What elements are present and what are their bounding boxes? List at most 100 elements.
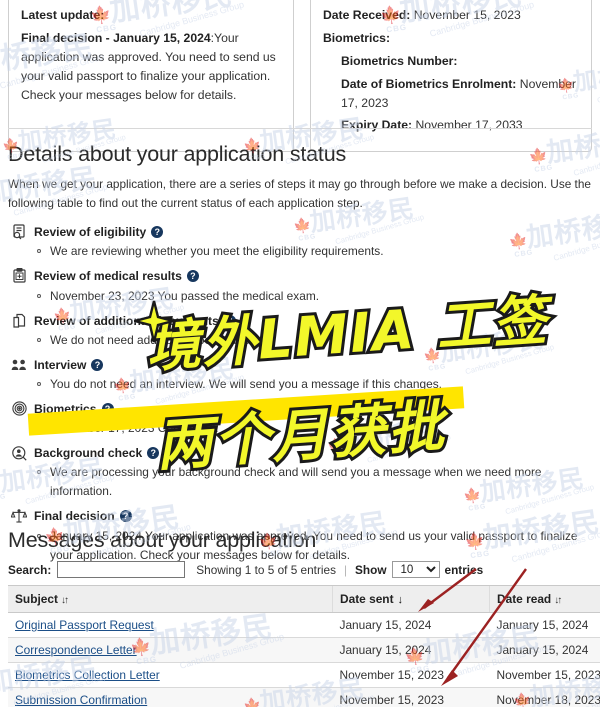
scales-icon — [10, 508, 28, 524]
column-label-subject: Subject — [15, 592, 58, 606]
medical-clipboard-icon — [10, 268, 28, 284]
status-step-header: Final decision? — [34, 507, 592, 525]
status-step-header: Review of additional documents? — [34, 312, 592, 330]
expiry-label: Expiry Date: — [340, 118, 413, 133]
summary-cards: information from you. Latest update: Fin… — [0, 0, 600, 153]
cell-date-read: November 18, 2023 — [489, 687, 600, 707]
cell-subject: Submission Confirmation — [8, 687, 333, 707]
column-header-subject[interactable]: Subject ↓↑ — [8, 585, 333, 613]
details-section: Details about your application status Wh… — [8, 142, 592, 571]
cell-date-sent: November 15, 2023 — [332, 687, 490, 707]
help-icon[interactable]: ? — [119, 510, 132, 523]
status-step-body: November 23, 2023 You passed the medical… — [34, 287, 592, 306]
cell-subject: Original Passport Request — [8, 612, 333, 638]
application-number-row: Application number: W — [323, 0, 579, 2]
status-step-header: Review of medical results? — [34, 267, 592, 285]
expiry-value: November 17, 2033 — [415, 118, 523, 133]
page-root: information from you. Latest update: Fin… — [0, 0, 600, 707]
date-received-row: Date Received: November 15, 2023 — [323, 6, 579, 25]
status-step-header: Biometrics? — [34, 400, 592, 418]
status-step-title: Review of additional documents — [34, 313, 219, 328]
search-input[interactable] — [57, 561, 186, 578]
cell-subject: Biometrics Collection Letter — [8, 662, 333, 688]
cell-date-sent: November 15, 2023 — [332, 662, 490, 688]
sort-icon-subject: ↓↑ — [60, 595, 69, 606]
people-interview-icon — [10, 357, 28, 373]
status-step: Review of eligibility? We are reviewing w… — [8, 223, 592, 261]
controls-divider: | — [343, 562, 348, 577]
help-icon[interactable]: ? — [101, 403, 114, 416]
final-decision-label: Final decision - January 15, 2024 — [21, 30, 211, 45]
enrolment-row: Date of Biometrics Enrolment: November 1… — [323, 75, 579, 113]
status-step-header: Background check? — [34, 444, 592, 462]
intro-tail: information from you. — [21, 0, 281, 2]
section-divider — [8, 128, 592, 129]
messages-section: Messages about your application Search: … — [8, 528, 600, 707]
expiry-row: Expiry Date: November 17, 2033 — [323, 116, 579, 135]
biometrics-label: Biometrics: — [322, 30, 391, 45]
final-decision-paragraph: Final decision - January 15, 2024:Your a… — [21, 29, 281, 105]
sort-icon-date-read: ↓↑ — [554, 595, 562, 606]
messages-table: Subject ↓↑ Date sent ↓ Date read ↓↑ Origina… — [8, 585, 600, 707]
details-heading: Details about your application status — [8, 142, 346, 166]
message-subject-link[interactable]: Submission Confirmation — [15, 693, 147, 707]
status-step-title: Biometrics — [34, 401, 97, 416]
column-label-date-sent: Date sent — [340, 592, 394, 606]
messages-controls: Search: Showing 1 to 5 of 5 entries | Sh… — [8, 561, 592, 578]
status-step: Background check? We are processing your … — [8, 444, 592, 501]
help-icon[interactable]: ? — [186, 270, 199, 283]
status-step-header: Interview? — [34, 356, 592, 374]
help-icon[interactable]: ? — [223, 314, 236, 327]
cell-date-read: January 15, 2024 — [489, 637, 600, 663]
biometrics-number-label: Biometrics Number: — [340, 53, 458, 68]
status-step-title: Review of eligibility — [34, 225, 147, 240]
status-step-body: We are reviewing whether you meet the el… — [34, 242, 592, 261]
person-magnify-icon — [10, 445, 28, 461]
page-size-select[interactable]: 102550100 — [391, 561, 440, 578]
table-row: Original Passport Request January 15, 202… — [8, 612, 600, 638]
date-received-label: Date Received: — [322, 7, 411, 22]
help-icon[interactable]: ? — [151, 226, 164, 239]
status-step-body: November 17, 2023 Completed. — [34, 419, 592, 438]
status-steps-list: Review of eligibility? We are reviewing w… — [8, 223, 592, 564]
showing-entries-text: Showing 1 to 5 of 5 entries — [196, 562, 336, 577]
help-icon[interactable]: ? — [147, 447, 160, 460]
status-step-body: You do not need an interview. We will se… — [34, 375, 592, 394]
enrolment-label: Date of Biometrics Enrolment: — [340, 76, 517, 91]
application-info-card: Application number: W Date Received: Nov… — [309, 0, 592, 153]
column-header-date-sent[interactable]: Date sent ↓ — [332, 585, 490, 613]
status-step: Biometrics? November 17, 2023 Completed. — [8, 400, 592, 438]
messages-heading: Messages about your application — [8, 528, 317, 552]
latest-update-label: Latest update: — [21, 7, 105, 22]
status-step-title: Final decision — [34, 509, 115, 524]
table-header-row: Subject ↓↑ Date sent ↓ Date read ↓↑ — [8, 585, 600, 613]
status-step-header: Review of eligibility? — [34, 223, 592, 241]
maple-leaf-icon: 🍁 — [0, 476, 3, 496]
date-received-value: November 15, 2023 — [413, 7, 521, 22]
status-step-title: Review of medical results — [34, 269, 182, 284]
cell-date-read: January 15, 2024 — [489, 612, 600, 638]
messages-table-body: Original Passport Request January 15, 202… — [8, 612, 600, 707]
status-step: Review of medical results? November 23, 2… — [8, 267, 592, 305]
status-step-title: Background check — [34, 446, 143, 461]
messages-table-head: Subject ↓↑ Date sent ↓ Date read ↓↑ — [8, 585, 600, 613]
message-subject-link[interactable]: Original Passport Request — [15, 618, 154, 632]
cell-subject: Correspondence Letter — [8, 637, 333, 663]
sort-icon-date-sent: ↓ — [397, 594, 404, 606]
cell-date-read: November 15, 2023 — [489, 662, 600, 688]
latest-update-card: information from you. Latest update: Fin… — [8, 0, 294, 153]
table-row: Submission Confirmation November 15, 2023… — [8, 687, 600, 707]
cell-date-sent: January 15, 2024 — [332, 637, 490, 663]
table-row: Biometrics Collection Letter November 15,… — [8, 662, 600, 688]
watermark-abbr: CBG — [0, 492, 7, 503]
message-subject-link[interactable]: Correspondence Letter — [15, 643, 137, 657]
search-label: Search: — [8, 562, 52, 577]
column-header-date-read[interactable]: Date read ↓↑ — [489, 585, 600, 613]
documents-copy-icon — [10, 313, 28, 329]
fingerprint-icon — [10, 401, 28, 417]
column-label-date-read: Date read — [497, 592, 552, 606]
table-row: Correspondence Letter January 15, 2024 Jan… — [8, 637, 600, 663]
help-icon[interactable]: ? — [91, 358, 104, 371]
message-subject-link[interactable]: Biometrics Collection Letter — [15, 668, 160, 682]
status-step-title: Interview — [34, 357, 87, 372]
